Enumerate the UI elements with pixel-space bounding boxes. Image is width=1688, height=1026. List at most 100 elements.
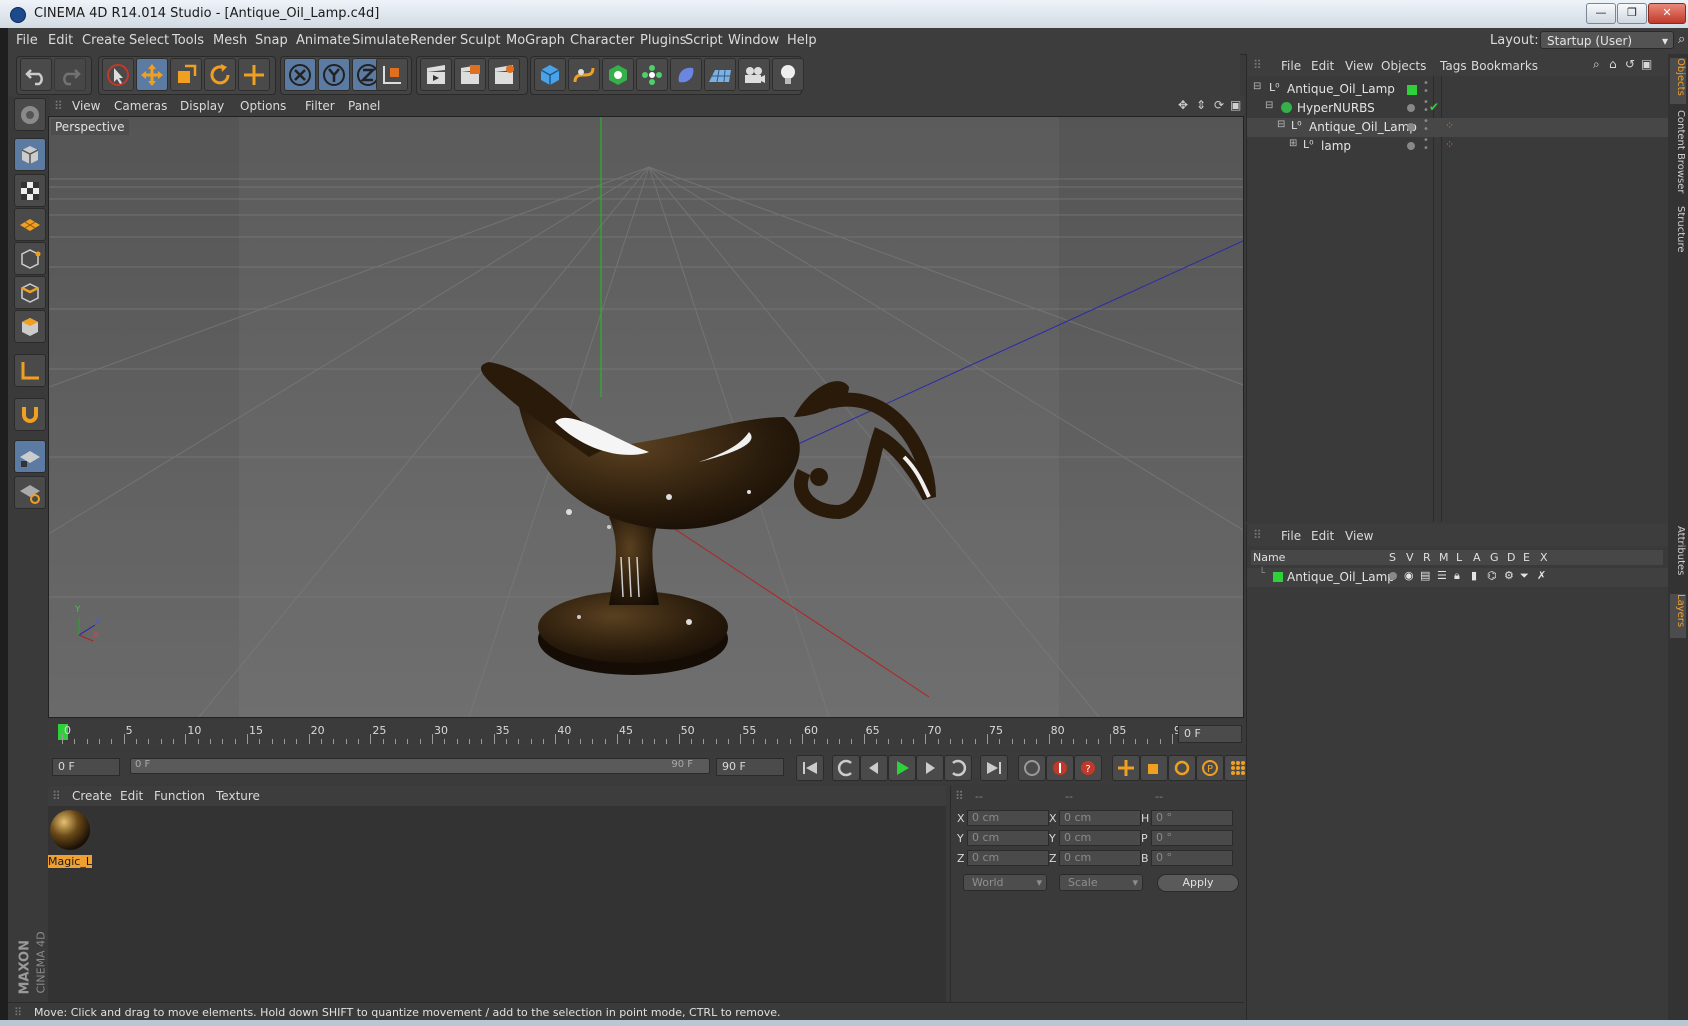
size-z-field[interactable]: 0 cm [1059, 850, 1141, 866]
model-mode-button[interactable] [14, 138, 46, 171]
visibility-dots-icon[interactable]: • • [1423, 79, 1429, 97]
collapse-icon[interactable]: ⊟ [1253, 81, 1261, 92]
restore-button[interactable]: ❐ [1617, 3, 1647, 24]
texture-mode-button[interactable] [14, 174, 46, 207]
menu-animate[interactable]: Animate [296, 33, 350, 48]
rotate-tool-button[interactable] [204, 58, 236, 91]
viewport-menu-view[interactable]: View [72, 99, 100, 113]
minimize-button[interactable]: — [1586, 3, 1616, 24]
tag-icon[interactable]: ⁘ [1445, 138, 1454, 151]
menu-window[interactable]: Window [728, 33, 779, 48]
search-icon[interactable]: ⌕ [1678, 32, 1685, 47]
coordinate-system-button[interactable] [376, 58, 408, 91]
animation-icon[interactable]: ▮ [1471, 569, 1477, 582]
coordinate-space-select[interactable]: World ▾ [963, 874, 1047, 891]
light-button[interactable] [772, 58, 804, 91]
tab-attributes[interactable]: Attributes [1670, 526, 1686, 586]
size-y-field[interactable]: 0 cm [1059, 830, 1141, 846]
render-icon[interactable]: ▤ [1420, 569, 1430, 582]
key-position-button[interactable] [1112, 755, 1140, 781]
recent-tool-button[interactable] [238, 58, 270, 91]
menu-sculpt[interactable]: Sculpt [460, 33, 501, 48]
object-row-lamp[interactable]: ⊞ L⁰ lamp • • ⁘ [1247, 136, 1669, 156]
rot-h-field[interactable]: 0 ° [1151, 810, 1233, 826]
object-row-antique-oil-lamp-child[interactable]: ⊟ L⁰ Antique_Oil_Lamp • • ⁘ [1247, 117, 1669, 137]
objects-menu-objects[interactable]: Objects [1381, 59, 1426, 73]
y-axis-lock-button[interactable] [318, 58, 350, 91]
menu-create[interactable]: Create [82, 33, 125, 48]
scale-tool-button[interactable] [170, 58, 202, 91]
search-icon[interactable]: ⌕ [1593, 57, 1600, 72]
material-menu-create[interactable]: Create [72, 789, 112, 803]
key-rotation-button[interactable] [1168, 755, 1196, 781]
snap-button[interactable] [14, 398, 46, 431]
material-item[interactable]: Magic_L [48, 808, 92, 868]
objects-menu-view[interactable]: View [1345, 59, 1373, 73]
autokey-button[interactable]: ? [1074, 755, 1102, 781]
workplane-mode-button[interactable] [14, 208, 46, 241]
viewport-rotate-icon[interactable]: ⟳ [1214, 98, 1224, 112]
next-key-button[interactable] [944, 755, 972, 781]
visibility-dots-icon[interactable]: • • [1423, 136, 1429, 154]
objects-menu-file[interactable]: File [1281, 59, 1301, 73]
object-row-antique-oil-lamp[interactable]: ⊟ L⁰ Antique_Oil_Lamp • • [1247, 79, 1669, 99]
apply-button[interactable]: Apply [1157, 874, 1239, 892]
preview-range-slider[interactable]: 0 F 90 F [130, 758, 710, 774]
play-button[interactable] [888, 755, 916, 781]
edges-mode-button[interactable] [14, 276, 46, 309]
solo-toggle-icon[interactable] [1389, 572, 1397, 580]
home-icon[interactable]: ⌂ [1609, 57, 1617, 71]
camera-button[interactable] [738, 58, 770, 91]
go-to-start-button[interactable] [796, 755, 824, 781]
cube-button[interactable] [534, 58, 566, 91]
layer-dot-icon[interactable] [1407, 104, 1415, 112]
record-active-button[interactable] [1046, 755, 1074, 781]
menu-snap[interactable]: Snap [255, 33, 288, 48]
viewport-move-icon[interactable]: ✥ [1178, 98, 1188, 112]
eye-icon[interactable]: ◉ [1404, 569, 1414, 582]
collapse-icon[interactable]: ⊟ [1277, 119, 1285, 130]
material-menu-texture[interactable]: Texture [216, 789, 260, 803]
tab-layers[interactable]: Layers [1670, 594, 1686, 638]
layout-select[interactable]: Startup (User) ▾ [1540, 31, 1674, 49]
live-selection-button[interactable] [102, 58, 134, 91]
menu-mesh[interactable]: Mesh [213, 33, 247, 48]
previous-key-button[interactable] [832, 755, 860, 781]
collapse-icon[interactable]: ⊟ [1265, 100, 1273, 111]
redo-button[interactable] [54, 58, 86, 91]
x-axis-lock-button[interactable] [284, 58, 316, 91]
floor-button[interactable] [704, 58, 736, 91]
close-button[interactable]: ✕ [1648, 3, 1686, 24]
layer-dot-icon[interactable] [1407, 123, 1415, 131]
viewport-zoom-icon[interactable]: ⇕ [1196, 98, 1206, 112]
layer-color-icon[interactable] [1273, 572, 1283, 582]
viewport-menu-cameras[interactable]: Cameras [114, 99, 167, 113]
record-keys-button[interactable] [1018, 755, 1046, 781]
undo-button[interactable] [20, 58, 52, 91]
nurbs-button[interactable] [602, 58, 634, 91]
rot-b-field[interactable]: 0 ° [1151, 850, 1233, 866]
object-row-hypernurbs[interactable]: ⊟ HyperNURBS • • ✔ [1247, 98, 1669, 118]
material-menu-edit[interactable]: Edit [120, 789, 143, 803]
expand-icon[interactable]: ⊞ [1289, 138, 1297, 149]
viewport-menu-display[interactable]: Display [180, 99, 224, 113]
menu-help[interactable]: Help [787, 33, 817, 48]
perspective-viewport[interactable]: Perspective Y Z X [48, 116, 1244, 718]
layers-menu-file[interactable]: File [1281, 529, 1301, 543]
points-mode-button[interactable] [14, 242, 46, 275]
new-window-icon[interactable]: ▣ [1641, 57, 1652, 71]
layers-menu-edit[interactable]: Edit [1311, 529, 1334, 543]
previous-frame-button[interactable] [860, 755, 888, 781]
end-frame-field[interactable]: 90 F [716, 758, 784, 776]
locked-workplane-button[interactable] [14, 440, 46, 473]
tab-content-browser[interactable]: Content Browser [1670, 110, 1686, 200]
manager-icon[interactable]: ☰ [1437, 569, 1447, 582]
viewport-menu-filter[interactable]: Filter [305, 99, 335, 113]
next-frame-button[interactable] [916, 755, 944, 781]
objects-menu-tags[interactable]: Tags [1440, 59, 1467, 73]
menu-select[interactable]: Select [129, 33, 169, 48]
size-x-field[interactable]: 0 cm [1059, 810, 1141, 826]
expression-icon[interactable]: ⏷ [1520, 569, 1529, 583]
key-parameter-button[interactable]: P [1196, 755, 1224, 781]
lock-icon[interactable]: 🔒︎ [1454, 569, 1460, 583]
